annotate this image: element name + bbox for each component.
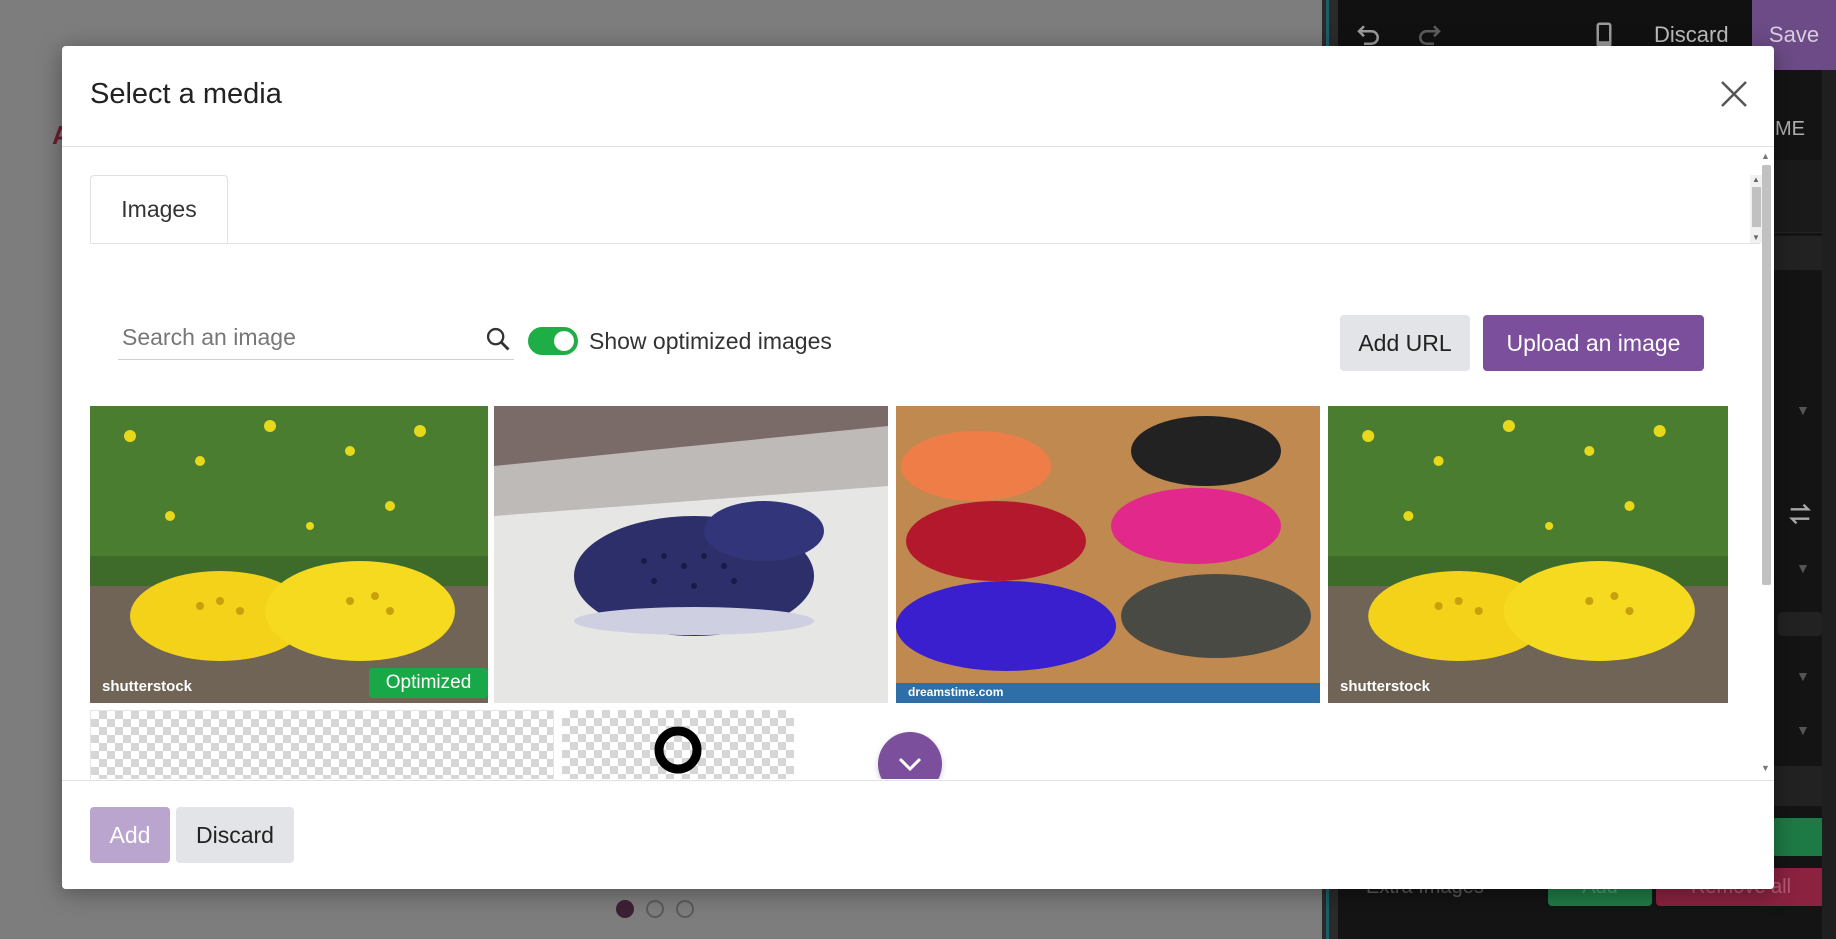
dialog-footer: Add Discard: [62, 780, 1774, 889]
chevron-down-icon: [898, 757, 922, 772]
close-icon[interactable]: [1716, 76, 1752, 112]
chevron-down-icon[interactable]: ▼: [1796, 560, 1810, 576]
dialog-scrollbar[interactable]: ▲ ▼: [1760, 151, 1772, 775]
editor-green-button[interactable]: [1772, 818, 1828, 856]
dialog-body: Images ▲ ▼ Show optimized images Add URL…: [62, 147, 1774, 779]
colorful-clogs-image: [896, 406, 1320, 703]
editor-arrows-field[interactable]: [1778, 612, 1822, 636]
swap-icon[interactable]: [1785, 500, 1815, 530]
media-dialog: Select a media Images ▲ ▼ Show optimized…: [62, 46, 1774, 889]
search-icon[interactable]: [484, 325, 512, 353]
tab-images[interactable]: Images: [90, 175, 228, 243]
discard-button[interactable]: Discard: [176, 807, 294, 863]
person-icon: [654, 726, 702, 774]
upload-image-button[interactable]: Upload an image: [1483, 315, 1704, 371]
carousel-dot[interactable]: [616, 900, 634, 918]
add-url-button[interactable]: Add URL: [1340, 315, 1470, 371]
dialog-header: Select a media: [62, 46, 1774, 147]
editor-option-field[interactable]: [1770, 766, 1828, 806]
image-watermark: shutterstock: [102, 678, 193, 695]
yellow-clogs-image: [90, 406, 488, 703]
optimized-images-toggle[interactable]: [528, 327, 578, 355]
image-watermark: shutterstock: [1340, 678, 1431, 695]
navy-clog-image: [494, 406, 888, 703]
media-tabs: Images: [90, 175, 1760, 244]
editor-tab-theme[interactable]: ME: [1775, 118, 1805, 141]
media-thumbnail[interactable]: shutterstock: [1328, 406, 1728, 703]
optimized-badge: Optimized: [369, 668, 488, 698]
add-button[interactable]: Add: [90, 807, 170, 863]
editor-option-field[interactable]: [1770, 236, 1828, 270]
editor-discard-button[interactable]: Discard: [1654, 22, 1729, 48]
media-thumbnail[interactable]: [90, 710, 554, 779]
chevron-down-icon[interactable]: ▼: [1796, 722, 1810, 738]
yellow-clogs-image: [1328, 406, 1728, 703]
chevron-down-icon[interactable]: ▼: [1796, 668, 1810, 684]
search-bar: [118, 317, 514, 360]
media-thumbnail[interactable]: [562, 710, 794, 779]
search-input[interactable]: [118, 317, 466, 357]
media-thumbnail[interactable]: dreamstime.com: [896, 406, 1320, 703]
dialog-title: Select a media: [90, 78, 282, 110]
media-thumbnail[interactable]: shutterstock Optimized: [90, 406, 488, 703]
optimized-images-label: Show optimized images: [589, 328, 832, 354]
load-more-button[interactable]: [878, 732, 942, 779]
image-watermark: dreamstime.com: [908, 685, 1004, 699]
carousel-dot[interactable]: [646, 900, 664, 918]
editor-scrollbar[interactable]: [1822, 70, 1836, 939]
chevron-down-icon[interactable]: ▼: [1796, 402, 1810, 418]
media-thumbnail[interactable]: [494, 406, 888, 703]
carousel-dot[interactable]: [676, 900, 694, 918]
carousel-indicators: [616, 900, 694, 918]
